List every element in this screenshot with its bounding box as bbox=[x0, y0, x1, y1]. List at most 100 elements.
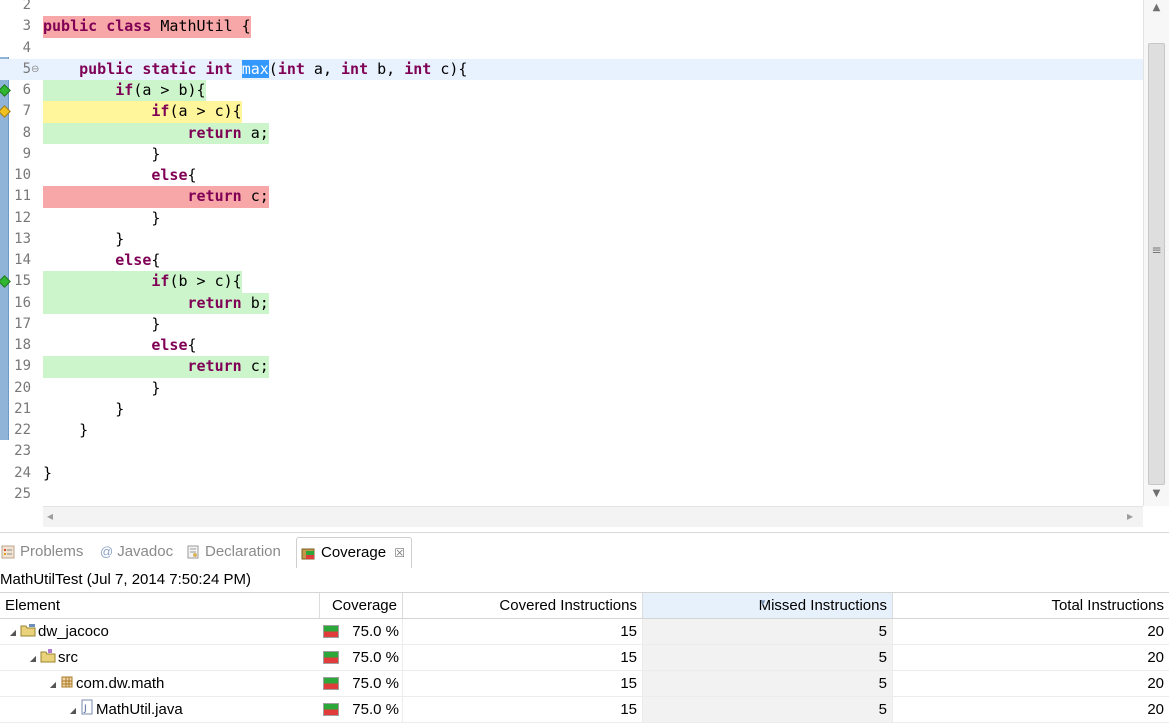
code-line[interactable]: 2 bbox=[0, 0, 1143, 16]
code-line[interactable]: 19 return c; bbox=[0, 356, 1143, 378]
table-body[interactable]: ◢ dw_jacoco 75.0 % 15 5 20 ◢ src 75.0 % 15 5 20 ◢ com… bbox=[0, 619, 1169, 723]
code-line[interactable]: 13 } bbox=[0, 229, 1143, 250]
code-line[interactable]: 6 if(a > b){ bbox=[0, 80, 1143, 102]
column-header-missed-instructions[interactable]: ▼ Missed Instructions bbox=[643, 593, 893, 618]
table-row[interactable]: ◢ src 75.0 % 15 5 20 bbox=[0, 645, 1169, 671]
column-header-coverage[interactable]: Coverage bbox=[320, 593, 403, 618]
code-editor[interactable]: 2 3 public class MathUtil {4 5 ⊖ public stat… bbox=[0, 0, 1169, 530]
code-text[interactable]: if(a > b){ bbox=[43, 80, 206, 102]
code-line[interactable]: 10 else{ bbox=[0, 165, 1143, 186]
line-number: 13 bbox=[14, 230, 31, 247]
cell-element[interactable]: ◢ J MathUtil.java bbox=[0, 697, 320, 722]
tree-expanded-arrow-icon[interactable]: ◢ bbox=[66, 698, 80, 723]
horizontal-scrollbar[interactable]: ◂ ▸ bbox=[43, 506, 1143, 527]
code-line[interactable]: 9 } bbox=[0, 144, 1143, 165]
cell-element[interactable]: ◢ com.dw.math bbox=[0, 671, 320, 696]
code-line[interactable]: 8 return a; bbox=[0, 122, 1143, 144]
cell-covered-instructions: 15 bbox=[403, 697, 643, 722]
line-number: 19 bbox=[14, 358, 31, 375]
code-line[interactable]: 7 if(a > c){ bbox=[0, 101, 1143, 123]
code-line[interactable]: 25 bbox=[0, 484, 1143, 505]
coverage-icon bbox=[301, 548, 315, 560]
code-text[interactable]: } bbox=[43, 144, 160, 165]
code-text[interactable]: } bbox=[43, 314, 160, 335]
coverage-table[interactable]: Element Coverage Covered Instructions ▼ … bbox=[0, 592, 1169, 723]
code-line[interactable]: 23 bbox=[0, 441, 1143, 462]
code-token: } bbox=[43, 208, 161, 227]
cell-element[interactable]: ◢ src bbox=[0, 645, 320, 670]
code-line[interactable]: 20 } bbox=[0, 378, 1143, 399]
tab-problems[interactable]: Problems bbox=[0, 537, 83, 567]
project-folder-icon bbox=[20, 620, 36, 645]
code-text[interactable]: else{ bbox=[43, 250, 160, 271]
source-folder-icon bbox=[40, 646, 56, 671]
code-line[interactable]: 18 else{ bbox=[0, 335, 1143, 356]
tab-declaration[interactable]: Declaration bbox=[185, 537, 281, 567]
code-text[interactable]: return b; bbox=[43, 292, 269, 314]
scroll-left-arrow-icon[interactable]: ◂ bbox=[47, 509, 53, 523]
code-lines[interactable]: 2 3 public class MathUtil {4 5 ⊖ public stat… bbox=[0, 0, 1143, 505]
keyword-token: return bbox=[187, 123, 242, 142]
code-text[interactable]: public class MathUtil { bbox=[43, 16, 251, 38]
code-line[interactable]: 24} bbox=[0, 463, 1143, 484]
fold-collapse-icon[interactable]: ⊖ bbox=[31, 59, 39, 80]
scroll-right-arrow-icon[interactable]: ▸ bbox=[1127, 509, 1133, 523]
code-text[interactable]: else{ bbox=[43, 335, 196, 356]
code-line[interactable]: 4 bbox=[0, 38, 1143, 59]
code-line[interactable]: 3 public class MathUtil { bbox=[0, 16, 1143, 38]
code-line[interactable]: 22 } bbox=[0, 420, 1143, 441]
code-text[interactable]: } bbox=[43, 399, 124, 420]
column-header-total-instructions[interactable]: Total Instructions bbox=[893, 593, 1169, 618]
code-line[interactable]: 12 } bbox=[0, 208, 1143, 229]
column-header-element[interactable]: Element bbox=[0, 593, 320, 618]
code-line[interactable]: 21 } bbox=[0, 399, 1143, 420]
column-header-covered-instructions[interactable]: Covered Instructions bbox=[403, 593, 643, 618]
tab-coverage-label: Coverage bbox=[321, 544, 387, 561]
code-line[interactable]: 5 ⊖ public static int max(int a, int b, i… bbox=[0, 58, 1143, 80]
code-text[interactable]: return c; bbox=[43, 356, 269, 378]
code-text[interactable]: } bbox=[43, 420, 88, 441]
code-token: a; bbox=[241, 123, 269, 142]
code-text[interactable]: return c; bbox=[43, 186, 269, 208]
code-line[interactable]: 14 else{ bbox=[0, 250, 1143, 271]
tab-coverage[interactable]: Coverage ☒ bbox=[296, 537, 412, 568]
code-text[interactable]: } bbox=[43, 208, 160, 229]
vertical-scrollbar[interactable]: ▲ ≡ ▼ bbox=[1143, 0, 1169, 506]
code-text[interactable]: } bbox=[43, 378, 160, 399]
table-row[interactable]: ◢ com.dw.math 75.0 % 15 5 20 bbox=[0, 671, 1169, 697]
tree-expanded-arrow-icon[interactable]: ◢ bbox=[6, 620, 20, 645]
code-text[interactable]: if(b > c){ bbox=[43, 271, 242, 293]
scroll-down-arrow-icon[interactable]: ▼ bbox=[1144, 488, 1169, 499]
vertical-scroll-thumb[interactable]: ≡ bbox=[1148, 43, 1165, 485]
code-text[interactable]: } bbox=[43, 463, 52, 484]
keyword-token: else bbox=[151, 166, 188, 184]
line-number: 10 bbox=[14, 167, 31, 183]
table-row[interactable]: ◢ dw_jacoco 75.0 % 15 5 20 bbox=[0, 619, 1169, 645]
code-token: b; bbox=[241, 293, 269, 312]
line-number: 22 bbox=[14, 422, 31, 438]
cell-missed-instructions: 5 bbox=[643, 619, 893, 644]
code-line[interactable]: 15 if(b > c){ bbox=[0, 271, 1143, 293]
sort-descending-icon: ▼ bbox=[759, 598, 767, 607]
code-text[interactable]: if(a > c){ bbox=[43, 101, 242, 123]
code-line[interactable]: 11 return c; bbox=[0, 186, 1143, 208]
coverage-percent: 75.0 % bbox=[352, 675, 399, 692]
code-text[interactable]: else{ bbox=[43, 165, 196, 186]
close-icon[interactable]: ☒ bbox=[394, 546, 405, 560]
scroll-up-arrow-icon[interactable]: ▲ bbox=[1144, 2, 1169, 13]
tree-expanded-arrow-icon[interactable]: ◢ bbox=[46, 672, 60, 697]
code-line[interactable]: 17 } bbox=[0, 314, 1143, 335]
tab-javadoc[interactable]: @ Javadoc bbox=[100, 537, 173, 567]
code-text[interactable]: return a; bbox=[43, 122, 269, 144]
code-line[interactable]: 16 return b; bbox=[0, 292, 1143, 314]
cell-covered-instructions: 15 bbox=[403, 619, 643, 644]
cell-element[interactable]: ◢ dw_jacoco bbox=[0, 619, 320, 644]
line-number: 16 bbox=[14, 294, 31, 311]
tree-expanded-arrow-icon[interactable]: ◢ bbox=[26, 646, 40, 671]
code-text[interactable]: } bbox=[43, 229, 124, 250]
table-row[interactable]: ◢ J MathUtil.java 75.0 % 15 5 20 bbox=[0, 697, 1169, 723]
code-text[interactable]: public static int max(int a, int b, int … bbox=[43, 59, 467, 80]
